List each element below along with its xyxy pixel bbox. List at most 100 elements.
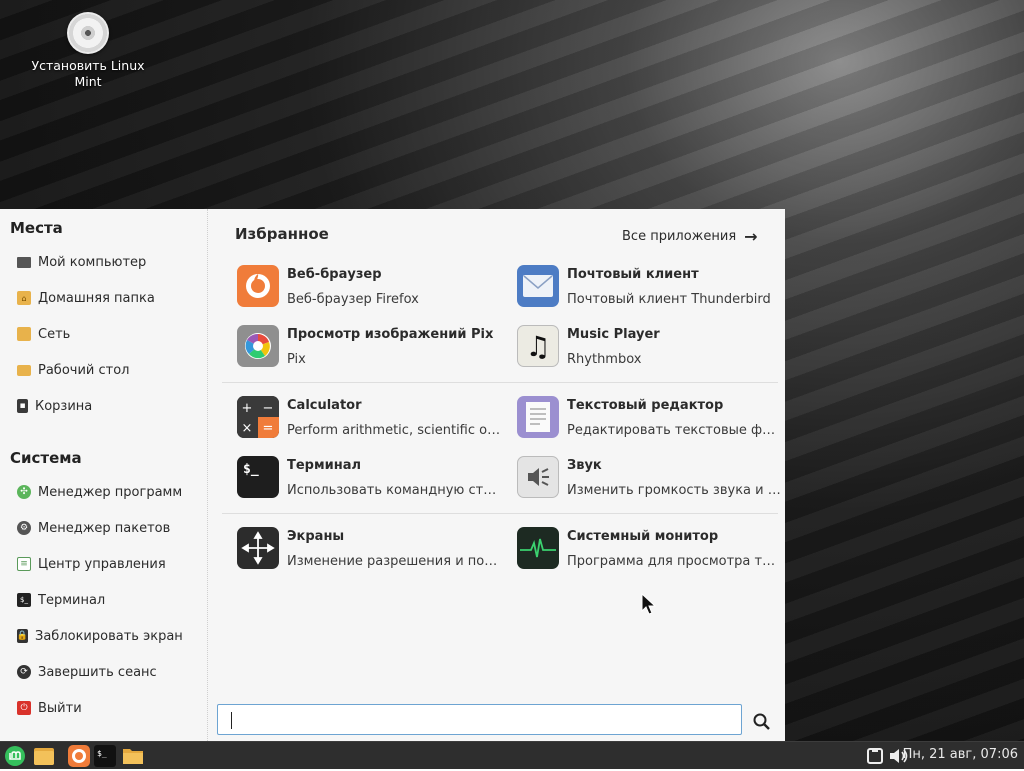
text-editor-icon xyxy=(517,396,559,438)
all-applications-label: Все приложения xyxy=(622,229,737,244)
separator xyxy=(222,382,778,383)
sidebar-item-label: Корзина xyxy=(35,398,93,414)
svg-text:×: × xyxy=(242,421,253,436)
favorite-app-system-monitor[interactable]: Системный монитор Программа для просмотр… xyxy=(517,523,787,575)
app-description: Perform arithmetic, scientific or … xyxy=(287,423,502,438)
firefox-icon[interactable] xyxy=(68,745,90,767)
system-monitor-icon xyxy=(517,527,559,569)
favorite-app-mail[interactable]: Почтовый клиент Почтовый клиент Thunderb… xyxy=(517,261,787,313)
app-name: Просмотр изображений Pix xyxy=(287,327,494,342)
favorite-app-web-browser[interactable]: Веб-браузер Веб-браузер Firefox xyxy=(237,261,507,313)
sidebar-item-network[interactable]: Сеть xyxy=(10,319,200,349)
calculator-icon: + − × = xyxy=(237,396,279,438)
mouse-cursor-icon xyxy=(641,593,657,615)
mint-menu-icon[interactable] xyxy=(4,745,26,767)
package-manager-icon: ⚙ xyxy=(17,521,31,535)
sidebar-item-trash[interactable]: ▪ Корзина xyxy=(10,391,200,421)
network-icon[interactable] xyxy=(866,747,884,765)
start-menu: Места Мой компьютер ⌂ Домашняя папка Сет… xyxy=(0,209,785,741)
separator xyxy=(222,513,778,514)
favorite-app-sound[interactable]: Звук Изменить громкость звука и с… xyxy=(517,452,787,504)
app-name: Почтовый клиент xyxy=(567,267,699,282)
arrow-right-icon: → xyxy=(744,227,758,246)
desktop-icon-install-mint[interactable]: Установить Linux Mint xyxy=(28,12,148,90)
favorites-title: Избранное xyxy=(235,225,329,243)
sidebar-item-label: Рабочий стол xyxy=(38,362,130,378)
sidebar-item-label: Заблокировать экран xyxy=(35,628,183,644)
app-name: Экраны xyxy=(287,529,345,544)
sidebar-item-label: Мой компьютер xyxy=(38,254,147,270)
app-name: Звук xyxy=(567,458,602,473)
search-icon[interactable] xyxy=(752,712,772,732)
svg-text:=: = xyxy=(263,421,274,436)
sidebar-item-label: Завершить сеанс xyxy=(38,664,157,680)
sidebar-item-label: Менеджер программ xyxy=(38,484,183,500)
sidebar-item-label: Домашняя папка xyxy=(38,290,155,306)
favorite-app-pix[interactable]: Просмотр изображений Pix Pix xyxy=(237,321,507,373)
home-folder-icon: ⌂ xyxy=(17,291,31,305)
app-description: Rhythmbox xyxy=(567,352,642,367)
favorite-app-terminal[interactable]: $_ Терминал Использовать командную стр… xyxy=(237,452,507,504)
app-description: Веб-браузер Firefox xyxy=(287,292,419,307)
search-text-field[interactable] xyxy=(218,705,741,734)
app-description: Почтовый клиент Thunderbird xyxy=(567,292,771,307)
logout-icon: ⟳ xyxy=(17,665,31,679)
app-name: Системный монитор xyxy=(567,529,719,544)
sidebar-item-lock-screen[interactable]: 🔒 Заблокировать экран xyxy=(10,621,200,651)
sidebar-item-label: Менеджер пакетов xyxy=(38,520,171,536)
svg-text:−: − xyxy=(263,401,274,416)
folder-icon[interactable] xyxy=(122,745,144,767)
displays-icon xyxy=(237,527,279,569)
text-caret xyxy=(231,712,232,729)
computer-icon xyxy=(17,256,31,268)
menu-search-input[interactable] xyxy=(217,704,742,735)
app-name: Веб-браузер xyxy=(287,267,382,282)
app-description: Изменить громкость звука и с… xyxy=(567,483,782,498)
sidebar-item-label: Центр управления xyxy=(38,556,166,572)
sidebar-item-quit[interactable]: ⏻ Выйти xyxy=(10,693,200,723)
app-description: Программа для просмотра те… xyxy=(567,554,782,569)
sidebar-item-package-manager[interactable]: ⚙ Менеджер пакетов xyxy=(10,513,200,543)
power-icon: ⏻ xyxy=(17,701,31,715)
app-description: Использовать командную стр… xyxy=(287,483,502,498)
app-name: Music Player xyxy=(567,327,660,342)
sidebar-item-logout[interactable]: ⟳ Завершить сеанс xyxy=(10,657,200,687)
terminal-icon[interactable]: $_ xyxy=(94,745,116,767)
system-title: Система xyxy=(10,449,82,467)
lock-icon: 🔒 xyxy=(16,629,29,643)
clock[interactable]: Пн, 21 авг, 07:06 xyxy=(903,747,1018,762)
favorite-app-music-player[interactable]: ♫ Music Player Rhythmbox xyxy=(517,321,787,373)
sidebar-item-desktop[interactable]: Рабочий стол xyxy=(10,355,200,385)
places-title: Места xyxy=(10,219,63,237)
sidebar-item-control-center[interactable]: ≡ Центр управления xyxy=(10,549,200,579)
sidebar-item-home[interactable]: ⌂ Домашняя папка xyxy=(10,283,200,313)
desktop-folder-icon xyxy=(17,364,31,376)
favorite-app-displays[interactable]: Экраны Изменение разрешения и поз… xyxy=(237,523,507,575)
favorite-app-text-editor[interactable]: Текстовый редактор Редактировать текстов… xyxy=(517,392,787,444)
sidebar-item-label: Сеть xyxy=(38,326,71,342)
terminal-icon: $_ xyxy=(237,456,279,498)
firefox-icon xyxy=(237,265,279,307)
sidebar-item-computer[interactable]: Мой компьютер xyxy=(10,247,200,277)
sidebar-item-label: Терминал xyxy=(38,592,106,608)
sidebar-item-terminal[interactable]: $_ Терминал xyxy=(10,585,200,615)
pix-icon xyxy=(237,325,279,367)
favorite-app-calculator[interactable]: + − × = Calculator Perform arithmetic, s… xyxy=(237,392,507,444)
svg-text:+: + xyxy=(242,401,253,416)
trash-icon: ▪ xyxy=(17,399,28,413)
music-icon: ♫ xyxy=(517,325,559,367)
sidebar-item-label: Выйти xyxy=(38,700,82,716)
app-name: Текстовый редактор xyxy=(567,398,724,413)
control-center-icon: ≡ xyxy=(17,557,31,571)
files-icon[interactable] xyxy=(33,745,55,767)
app-name: Терминал xyxy=(287,458,362,473)
app-description: Редактировать текстовые фай… xyxy=(567,423,782,438)
software-manager-icon: ✣ xyxy=(17,485,31,499)
disc-icon xyxy=(67,12,109,54)
svg-text:$_: $_ xyxy=(97,749,107,758)
mail-icon xyxy=(517,265,559,307)
network-folder-icon xyxy=(17,327,31,341)
sound-icon xyxy=(517,456,559,498)
sidebar-item-software-manager[interactable]: ✣ Менеджер программ xyxy=(10,477,200,507)
all-applications-button[interactable]: Все приложения → xyxy=(622,227,758,246)
